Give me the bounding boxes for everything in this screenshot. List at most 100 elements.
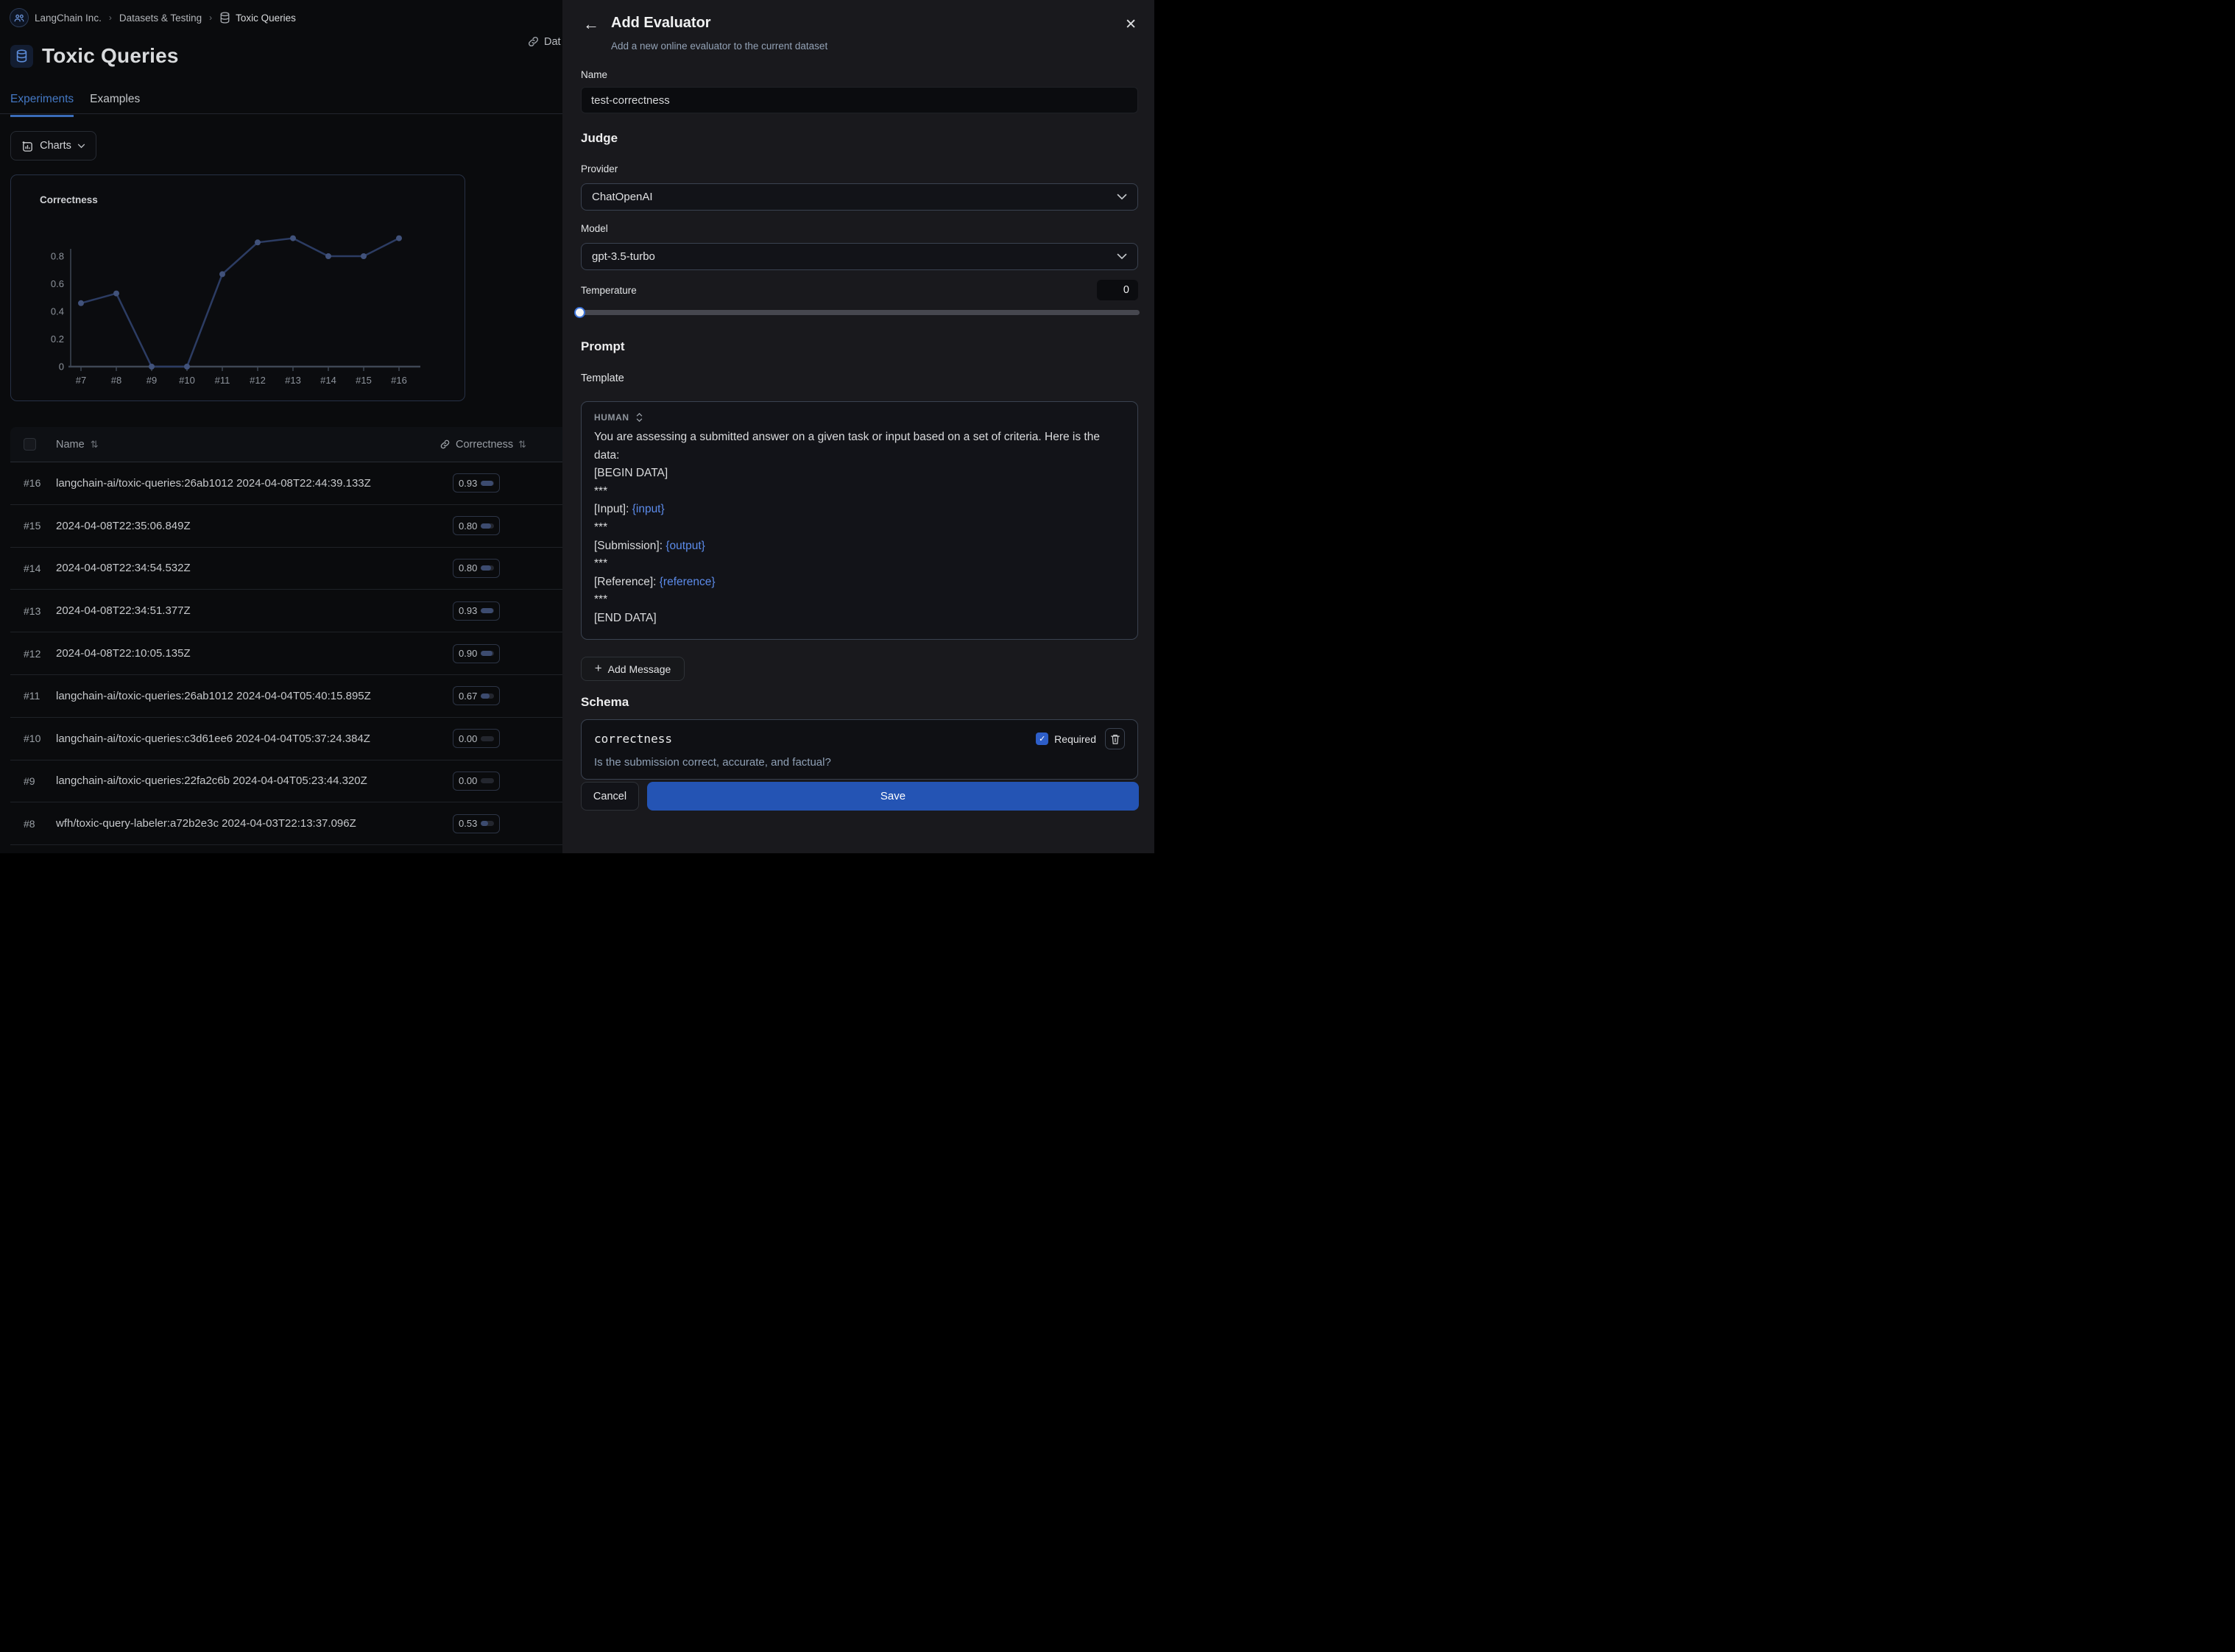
correctness-bar [481, 481, 494, 486]
table-row[interactable]: #8 wfh/toxic-query-labeler:a72b2e3c 2024-… [10, 802, 562, 845]
table-row[interactable]: #132024-04-08T22:34:51.377Z0.93 [10, 590, 562, 632]
table-row[interactable]: #10langchain-ai/toxic-queries:c3d61ee6 2… [10, 718, 562, 760]
correctness-bar [481, 778, 494, 783]
svg-text:#16: #16 [391, 375, 407, 386]
template-editor[interactable]: HUMAN You are assessing a submitted answ… [581, 401, 1138, 640]
correctness-score: 0.90 [459, 648, 477, 659]
save-button[interactable]: Save [647, 782, 1139, 811]
svg-text:#14: #14 [320, 375, 336, 386]
svg-text:#15: #15 [356, 375, 372, 386]
correctness-score: 0.80 [459, 562, 477, 573]
column-header-name[interactable]: Name ⇅ [56, 439, 99, 451]
schema-field-name: correctness [594, 732, 1036, 746]
database-icon [15, 49, 28, 63]
close-icon[interactable]: ✕ [1125, 16, 1137, 33]
name-input[interactable] [581, 87, 1138, 113]
temperature-slider[interactable] [575, 310, 1140, 315]
template-variable: {output} [665, 540, 705, 552]
template-line: *** [594, 519, 1125, 537]
model-label: Model [581, 223, 608, 234]
correctness-score: 0.53 [459, 818, 477, 829]
template-line: [END DATA] [594, 610, 1125, 628]
app-window: LangChain Inc. › Datasets & Testing › To… [0, 0, 1154, 853]
experiment-name[interactable]: 2024-04-08T22:10:05.135Z [56, 647, 191, 660]
table-body: #16 langchain-ai/toxic-queries:26ab1012 2… [10, 462, 562, 845]
required-label: Required [1054, 733, 1096, 745]
schema-field-description: Is the submission correct, accurate, and… [594, 756, 1125, 769]
delete-field-button[interactable] [1105, 728, 1125, 749]
select-all-checkbox[interactable] [24, 438, 36, 451]
experiment-name[interactable]: langchain-ai/toxic-queries:22fa2c6b 2024… [56, 774, 367, 787]
row-index: #16 [24, 477, 40, 489]
cancel-button[interactable]: Cancel [581, 782, 639, 811]
add-message-button[interactable]: + Add Message [581, 657, 685, 681]
panel-title: Add Evaluator [611, 15, 711, 32]
row-index: #11 [24, 690, 40, 702]
correctness-bar [481, 693, 494, 699]
correctness-badge: 0.80 [453, 516, 500, 535]
template-line: [Submission]: {output} [594, 537, 1125, 556]
org-avatar[interactable] [10, 8, 29, 27]
dataset-link-clipped[interactable]: Dat [527, 35, 561, 48]
svg-text:#13: #13 [285, 375, 301, 386]
table-row[interactable]: #11 langchain-ai/toxic-queries:26ab1012 2… [10, 675, 562, 718]
chevron-up-down-icon [636, 412, 643, 423]
table-row[interactable]: #9 langchain-ai/toxic-queries:22fa2c6b 20… [10, 760, 562, 803]
experiment-name[interactable]: 2024-04-08T22:34:51.377Z [56, 604, 191, 617]
sort-icon[interactable]: ⇅ [91, 439, 99, 451]
sort-icon[interactable]: ⇅ [518, 439, 526, 451]
charts-button[interactable]: Charts [10, 131, 96, 160]
correctness-badge: 0.67 [453, 686, 500, 705]
template-text[interactable]: You are assessing a submitted answer on … [594, 428, 1125, 628]
correctness-badge: 0.80 [453, 559, 500, 578]
required-checkbox[interactable]: ✓ [1036, 733, 1048, 745]
experiment-name[interactable]: 2024-04-08T22:34:54.532Z [56, 562, 191, 574]
row-index: #9 [24, 775, 35, 787]
slider-thumb[interactable] [574, 307, 585, 318]
correctness-badge: 0.93 [453, 473, 500, 493]
message-role-select[interactable]: HUMAN [594, 412, 1125, 423]
temperature-value[interactable]: 0 [1097, 280, 1138, 300]
correctness-bar-fill [481, 608, 492, 613]
panel-subtitle: Add a new online evaluator to the curren… [611, 40, 827, 52]
temperature-label: Temperature [581, 285, 637, 296]
correctness-bar [481, 651, 494, 656]
provider-select[interactable]: ChatOpenAI [581, 183, 1138, 211]
correctness-bar [481, 523, 494, 529]
template-variable: {reference} [660, 576, 716, 588]
correctness-bar [481, 565, 494, 571]
table-row[interactable]: #152024-04-08T22:35:06.849Z0.80 [10, 505, 562, 548]
chart-icon [21, 140, 34, 152]
correctness-bar-fill [481, 651, 492, 656]
table-row[interactable]: #122024-04-08T22:10:05.135Z0.90 [10, 632, 562, 675]
breadcrumb-org[interactable]: LangChain Inc. [35, 13, 102, 24]
column-header-correctness[interactable]: Correctness ⇅ [439, 439, 526, 451]
breadcrumb-section[interactable]: Datasets & Testing [119, 13, 202, 24]
dataset-page: LangChain Inc. › Datasets & Testing › To… [0, 0, 562, 853]
experiment-name[interactable]: langchain-ai/toxic-queries:26ab1012 2024… [56, 690, 371, 702]
correctness-score: 0.93 [459, 478, 477, 489]
row-index: #8 [24, 818, 35, 830]
dataset-icon-tile [10, 45, 33, 68]
schema-field-card: correctness ✓ Required Is the submission… [581, 719, 1138, 780]
svg-text:#9: #9 [146, 375, 157, 386]
experiment-name[interactable]: wfh/toxic-query-labeler:a72b2e3c 2024-04… [56, 817, 356, 830]
back-arrow-icon[interactable]: ← [583, 15, 599, 34]
schema-heading: Schema [581, 695, 629, 710]
svg-text:#12: #12 [250, 375, 266, 386]
tabs-divider [0, 113, 562, 114]
breadcrumb-page[interactable]: Toxic Queries [219, 12, 296, 24]
correctness-score: 0.80 [459, 520, 477, 532]
table-row[interactable]: #16 langchain-ai/toxic-queries:26ab1012 2… [10, 462, 562, 505]
model-select[interactable]: gpt-3.5-turbo [581, 243, 1138, 270]
experiment-name[interactable]: langchain-ai/toxic-queries:c3d61ee6 2024… [56, 733, 370, 745]
experiment-name[interactable]: langchain-ai/toxic-queries:26ab1012 2024… [56, 477, 371, 490]
correctness-bar-fill [481, 565, 491, 571]
correctness-line-chart[interactable]: 00.20.40.60.8#7#8#9#10#11#12#13#14#15#16 [11, 175, 466, 402]
correctness-score: 0.67 [459, 691, 477, 702]
template-line: [BEGIN DATA] [594, 465, 1125, 483]
svg-text:#11: #11 [215, 375, 230, 386]
table-row[interactable]: #14 2024-04-08T22:34:54.532Z 0.80 [10, 548, 562, 590]
experiment-name[interactable]: 2024-04-08T22:35:06.849Z [56, 520, 191, 532]
row-index: #14 [24, 562, 40, 574]
